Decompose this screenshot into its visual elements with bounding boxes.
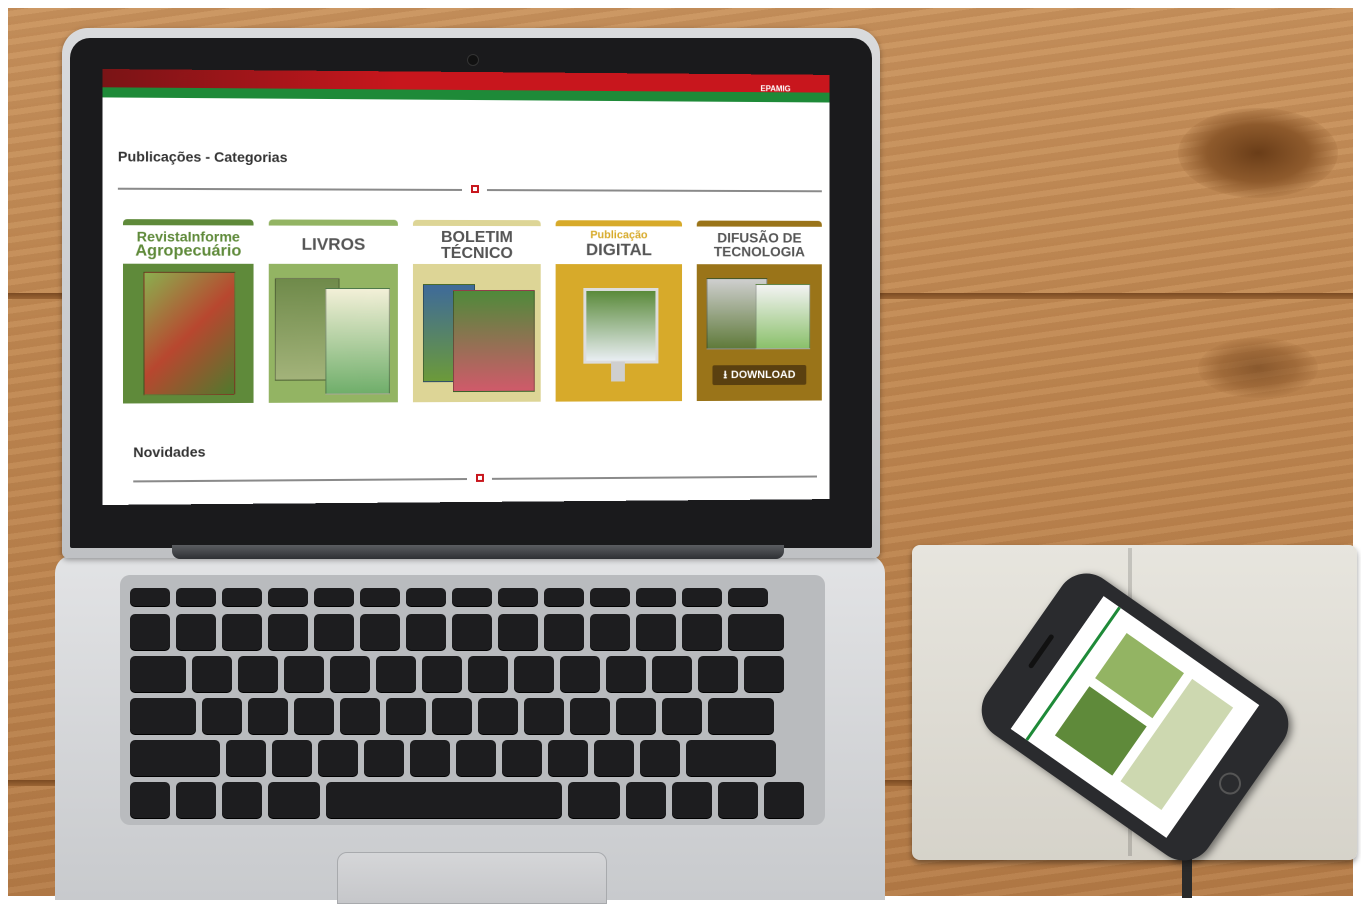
category-card-informe-agropecuario[interactable]: RevistaInforme Agropecuário (122, 219, 254, 404)
card-title-line1: BOLETIM (441, 228, 513, 247)
download-label: DOWNLOAD (731, 368, 796, 382)
keyboard-number-row (130, 614, 784, 650)
news-divider-mark (475, 473, 484, 482)
laptop-hinge (172, 545, 784, 559)
monitor-stand (611, 361, 625, 382)
news-heading: Novidades (133, 443, 206, 461)
card-title-line1: LIVROS (301, 234, 366, 254)
categories-divider-right (486, 189, 822, 193)
site-logo[interactable]: EPAMIG (760, 84, 790, 93)
camera-icon (467, 54, 479, 66)
category-card-publicacao-digital[interactable]: Publicação DIGITAL (555, 220, 683, 402)
keyboard-qwerty-row (130, 656, 784, 692)
leaflet-image (755, 284, 811, 350)
download-button[interactable]: ⭳ DOWNLOAD (712, 365, 807, 386)
trackpad (337, 852, 607, 904)
magazine-cover-image (143, 271, 236, 396)
categories-heading: Publicações - Categorias (117, 148, 288, 166)
phone-home-button-icon (1214, 768, 1246, 799)
wood-knot (1198, 338, 1318, 398)
categories-divider-mark (471, 185, 479, 194)
computer-monitor-image (583, 287, 659, 364)
news-divider-left (133, 478, 468, 483)
categories-divider-left (117, 187, 463, 191)
category-card-difusao-tecnologia[interactable]: DIFUSÃO DE TECNOLOGIA ⭳ DOWNLOAD (696, 220, 822, 402)
phone-speaker (1027, 633, 1055, 670)
bulletin-cover-image (453, 289, 535, 393)
book-cover-image (325, 288, 390, 395)
category-card-boletim-tecnico[interactable]: BOLETIM TÉCNICO (412, 219, 541, 403)
card-title-line2: TÉCNICO (441, 244, 513, 263)
keyboard-bottom-letter-row (130, 740, 776, 776)
keyboard-home-row (130, 698, 774, 734)
wood-knot (1178, 108, 1338, 198)
category-card-livros[interactable]: LIVROS (268, 219, 398, 403)
news-divider-right (491, 475, 817, 480)
card-title-line2: TECNOLOGIA (713, 243, 805, 260)
download-icon: ⭳ (723, 368, 728, 381)
card-title-line2: Agropecuário (135, 242, 242, 260)
laptop-screen: EPAMIG Publicações - Categorias RevistaI… (102, 69, 830, 505)
keyboard-function-row (130, 588, 768, 606)
keyboard-modifier-row (130, 782, 804, 818)
card-title-line2: DIGITAL (585, 240, 652, 260)
